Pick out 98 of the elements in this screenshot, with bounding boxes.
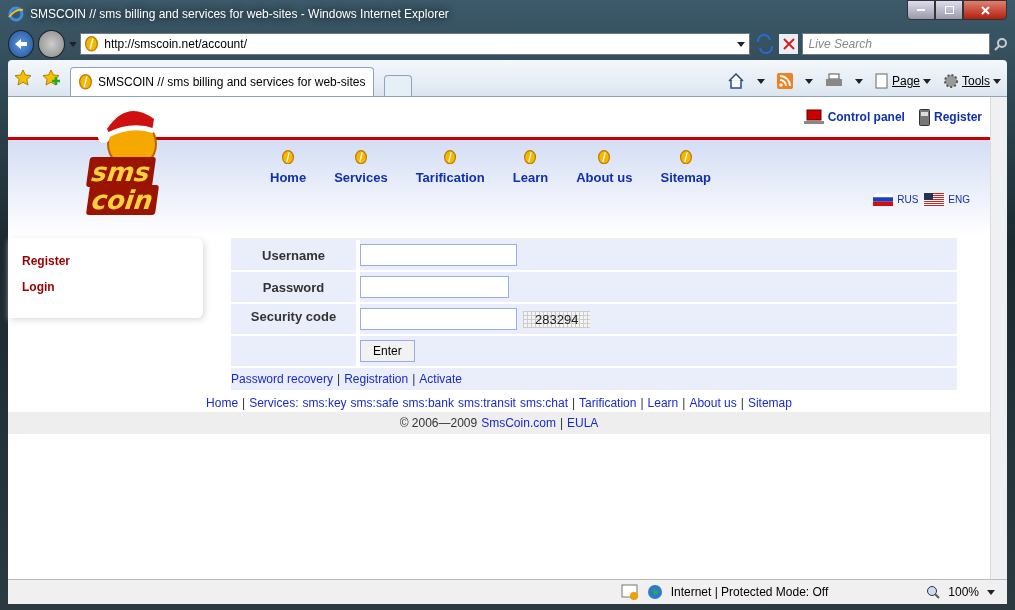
stop-icon[interactable] (778, 34, 798, 54)
footer-link[interactable]: Home (206, 396, 239, 410)
copyright-text: © 2006—2009 (399, 416, 478, 430)
laptop-icon (803, 109, 824, 125)
separator: | (559, 416, 563, 430)
new-tab-button[interactable] (384, 75, 413, 96)
nav-link[interactable]: About us (576, 150, 633, 236)
menu-button[interactable]: Tools (943, 73, 1001, 89)
field-label: Password (231, 272, 356, 302)
footer-link[interactable]: sms:chat (519, 396, 568, 410)
coin-icon (79, 74, 92, 90)
caret-icon (68, 41, 77, 47)
menu-button[interactable]: Page (874, 73, 931, 89)
input-field[interactable] (360, 308, 517, 330)
browser-icon (8, 6, 24, 22)
footer-link[interactable]: SmsCoin.com (481, 416, 556, 430)
footer-link[interactable]: Learn (647, 396, 679, 410)
header-link[interactable]: Register (918, 108, 982, 126)
separator: | (640, 396, 644, 410)
close-icon (980, 5, 990, 15)
separator: | (682, 396, 686, 410)
minimize-button[interactable] (907, 0, 935, 20)
zoom-icon (926, 585, 941, 599)
nav-link[interactable]: Services (334, 150, 388, 236)
feed-icon[interactable] (776, 73, 793, 89)
search-icon[interactable] (993, 37, 1007, 51)
caret-icon (737, 41, 746, 47)
footer-link[interactable]: About us (689, 396, 737, 410)
browser-tab[interactable]: SMSCOIN // sms billing and services for web-sites (70, 67, 375, 96)
separator: | (412, 372, 416, 386)
captcha-image: 283294 (523, 310, 591, 328)
caret-icon (923, 78, 931, 84)
coin-icon (679, 150, 692, 165)
blocked-popup-icon (620, 584, 639, 600)
header-link[interactable]: Control panel (803, 109, 905, 125)
language-link[interactable]: ENG (924, 192, 970, 206)
maximize-button[interactable] (935, 0, 963, 20)
maximize-icon (944, 6, 954, 14)
field-label: Username (231, 240, 356, 270)
enter-button[interactable]: Enter (360, 340, 415, 362)
back-arrow-icon (14, 38, 29, 50)
form-link[interactable]: Registration (344, 372, 409, 386)
footer-link[interactable]: sms:safe (350, 396, 399, 410)
forward-button[interactable] (38, 30, 65, 58)
footer-link[interactable]: Tarification (579, 396, 637, 410)
home-icon[interactable] (726, 73, 745, 89)
scrollbar[interactable] (990, 97, 1007, 579)
gear-icon (943, 73, 959, 89)
security-zone-text: Internet | Protected Mode: Off (670, 585, 829, 599)
separator: | (242, 396, 246, 410)
coin-icon (524, 150, 537, 165)
separator: | (740, 396, 744, 410)
footer-link[interactable]: Services: (249, 396, 299, 410)
input-field[interactable] (360, 276, 509, 298)
input-field[interactable] (360, 244, 517, 266)
form-link[interactable]: Password recovery (231, 372, 334, 386)
footer-link[interactable]: sms:key (302, 396, 347, 410)
zoom-level[interactable]: 100% (948, 585, 979, 599)
nav-link[interactable]: Learn (512, 150, 549, 236)
language-link[interactable]: RUS (873, 192, 919, 206)
coin-icon (85, 36, 99, 52)
sidebar-link[interactable]: Login (22, 280, 189, 294)
add-favorite-icon[interactable] (42, 69, 60, 87)
footer-link[interactable]: sms:bank (402, 396, 454, 410)
form-link[interactable]: Activate (419, 372, 462, 386)
flag-icon (924, 192, 945, 206)
star-icon[interactable] (14, 69, 32, 87)
flag-icon (873, 192, 894, 206)
caret-icon (854, 78, 863, 84)
address-field[interactable]: http://smscoin.net/account/ (80, 33, 751, 55)
caret-icon (987, 589, 995, 595)
nav-link[interactable]: Sitemap (660, 150, 712, 236)
minimize-icon (917, 8, 925, 12)
coin-icon (354, 150, 367, 165)
search-field[interactable]: Live Search (801, 33, 990, 55)
separator: | (337, 372, 341, 386)
page-icon (874, 73, 889, 89)
coin-icon (282, 150, 295, 165)
coin-icon (598, 150, 611, 165)
printer-icon[interactable] (824, 73, 843, 89)
nav-link[interactable]: Home (270, 150, 307, 236)
nav-link[interactable]: Tarification (415, 150, 485, 236)
caret-icon (993, 78, 1001, 84)
footer-link[interactable]: EULA (567, 416, 599, 430)
logo[interactable]: sms coin (82, 99, 194, 221)
window-title: SMSCOIN // sms billing and services for web-sites - Windows Internet Explorer (30, 7, 449, 21)
globe-icon (646, 584, 663, 600)
sidebar-link[interactable]: Register (22, 254, 189, 268)
separator: | (571, 396, 576, 410)
close-button[interactable] (963, 0, 1007, 20)
coin-icon (444, 150, 457, 165)
back-button[interactable] (8, 30, 35, 58)
footer-link[interactable]: sms:transit (457, 396, 516, 410)
caret-icon (804, 78, 813, 84)
footer-link[interactable]: Sitemap (747, 396, 792, 410)
caret-icon (756, 78, 765, 84)
field-label: Security code (231, 304, 356, 334)
device-icon (918, 108, 930, 126)
